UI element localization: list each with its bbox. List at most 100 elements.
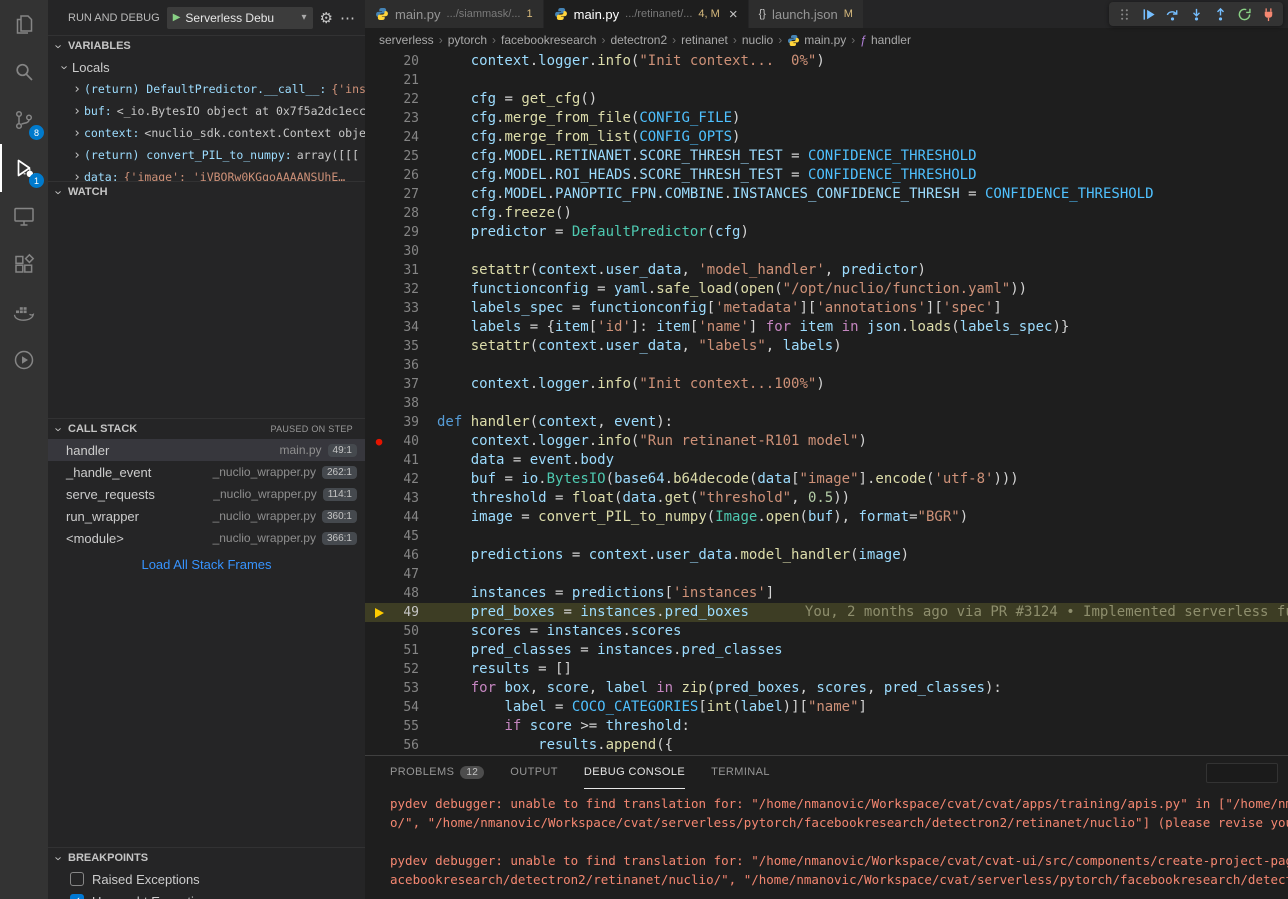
code-line[interactable]: 36 bbox=[365, 356, 1288, 375]
code-line[interactable]: 45 bbox=[365, 527, 1288, 546]
code-line[interactable]: 29 predictor = DefaultPredictor(cfg) bbox=[365, 223, 1288, 242]
code-line[interactable]: 30 bbox=[365, 242, 1288, 261]
breadcrumb-item[interactable]: pytorch bbox=[448, 33, 487, 47]
code-line[interactable]: 48 instances = predictions['instances'] bbox=[365, 584, 1288, 603]
editor-tab[interactable]: main.py.../siammask/...1 bbox=[365, 0, 544, 28]
load-all-stack-frames-link[interactable]: Load All Stack Frames bbox=[48, 557, 365, 572]
breadcrumb-item[interactable]: detectron2 bbox=[610, 33, 667, 47]
activity-bar-item-docker[interactable] bbox=[0, 288, 48, 336]
variable-row[interactable]: ›(return) convert_PIL_to_numpy:array([[[… bbox=[48, 144, 365, 166]
variable-row[interactable]: ›context:<nuclio_sdk.context.Context obj… bbox=[48, 122, 365, 144]
checkbox[interactable]: ✓ bbox=[70, 894, 84, 899]
start-debug-icon[interactable]: ▶ bbox=[173, 12, 181, 23]
code-line[interactable]: 43 threshold = float(data.get("threshold… bbox=[365, 489, 1288, 508]
code-line[interactable]: 51 pred_classes = instances.pred_classes bbox=[365, 641, 1288, 660]
code-line[interactable]: 33 labels_spec = functionconfig['metadat… bbox=[365, 299, 1288, 318]
continue-button[interactable] bbox=[1137, 3, 1159, 25]
breakpoint-row[interactable]: ✓Uncaught Exceptions bbox=[48, 890, 365, 899]
activity-bar-item-extensions[interactable] bbox=[0, 240, 48, 288]
breakpoint-icon[interactable]: ● bbox=[365, 432, 393, 451]
code-line[interactable]: 47 bbox=[365, 565, 1288, 584]
checkbox[interactable] bbox=[70, 872, 84, 886]
code-line[interactable]: 23 cfg.merge_from_file(CONFIG_FILE) bbox=[365, 109, 1288, 128]
restart-button[interactable] bbox=[1233, 3, 1255, 25]
chevron-expanded-icon: › bbox=[52, 185, 67, 199]
frame-name: <module> bbox=[66, 531, 124, 546]
stack-frame[interactable]: run_wrapper_nuclio_wrapper.py360:1 bbox=[48, 505, 365, 527]
disconnect-button[interactable] bbox=[1257, 3, 1279, 25]
launch-config-picker[interactable]: ▶ Serverless Debu ▾ bbox=[167, 7, 313, 29]
code-line[interactable]: 22 cfg = get_cfg() bbox=[365, 90, 1288, 109]
code-line[interactable]: 34 labels = {item['id']: item['name'] fo… bbox=[365, 318, 1288, 337]
code-line[interactable]: 32 functionconfig = yaml.safe_load(open(… bbox=[365, 280, 1288, 299]
code-line[interactable]: 39def handler(context, event): bbox=[365, 413, 1288, 432]
code-line[interactable]: 25 cfg.MODEL.RETINANET.SCORE_THRESH_TEST… bbox=[365, 147, 1288, 166]
code-line[interactable]: 20 context.logger.info("Init context... … bbox=[365, 52, 1288, 71]
code-line[interactable]: 55 if score >= threshold: bbox=[365, 717, 1288, 736]
editor-tab[interactable]: main.py.../retinanet/...4, M× bbox=[544, 0, 749, 28]
call-stack-section-header[interactable]: › CALL STACK PAUSED ON STEP bbox=[48, 419, 365, 439]
step-into-button[interactable] bbox=[1185, 3, 1207, 25]
code-line[interactable]: 44 image = convert_PIL_to_numpy(Image.op… bbox=[365, 508, 1288, 527]
activity-bar-item-source-control[interactable]: 8 bbox=[0, 96, 48, 144]
variables-section-header[interactable]: › VARIABLES bbox=[48, 36, 365, 56]
variable-row[interactable]: ›(return) DefaultPredictor.__call__:{'in… bbox=[48, 78, 365, 100]
breadcrumb-item[interactable]: facebookresearch bbox=[501, 33, 596, 47]
frame-position-badge: 114:1 bbox=[323, 488, 357, 501]
toolbar-grip-icon[interactable] bbox=[1113, 3, 1135, 25]
code-line[interactable]: 41 data = event.body bbox=[365, 451, 1288, 470]
step-over-button[interactable] bbox=[1161, 3, 1183, 25]
close-icon[interactable]: × bbox=[729, 6, 738, 23]
variable-row[interactable]: ›buf:<_io.BytesIO object at 0x7f5a2dc1ec… bbox=[48, 100, 365, 122]
panel-tab-output[interactable]: OUTPUT bbox=[510, 756, 558, 789]
gear-icon[interactable]: ⚙ bbox=[320, 9, 333, 27]
code-line[interactable]: 53 for box, score, label in zip(pred_box… bbox=[365, 679, 1288, 698]
code-line[interactable]: 56 results.append({ bbox=[365, 736, 1288, 755]
breadcrumb-item[interactable]: nuclio bbox=[742, 33, 773, 47]
code-line[interactable]: 54 label = COCO_CATEGORIES[int(label)]["… bbox=[365, 698, 1288, 717]
code-line[interactable]: 52 results = [] bbox=[365, 660, 1288, 679]
stack-frame[interactable]: <module>_nuclio_wrapper.py366:1 bbox=[48, 527, 365, 549]
code-line[interactable]: ●40 context.logger.info("Run retinanet-R… bbox=[365, 432, 1288, 451]
breadcrumb-item[interactable]: retinanet bbox=[681, 33, 728, 47]
breadcrumb-item[interactable]: main.py bbox=[787, 33, 846, 47]
code-line[interactable]: 35 setattr(context.user_data, "labels", … bbox=[365, 337, 1288, 356]
code-line[interactable]: 37 context.logger.info("Init context...1… bbox=[365, 375, 1288, 394]
breadcrumb-item[interactable]: serverless bbox=[379, 33, 434, 47]
activity-bar-item-run-debug[interactable]: 1 bbox=[0, 144, 48, 192]
code-line[interactable]: 49 pred_boxes = instances.pred_boxesYou,… bbox=[365, 603, 1288, 622]
activity-bar-item-run-circle[interactable] bbox=[0, 336, 48, 384]
watch-section-header[interactable]: › WATCH bbox=[48, 182, 365, 202]
activity-bar-item-remote-explorer[interactable] bbox=[0, 192, 48, 240]
code-line[interactable]: 21 bbox=[365, 71, 1288, 90]
code-line[interactable]: 31 setattr(context.user_data, 'model_han… bbox=[365, 261, 1288, 280]
code-line[interactable]: 26 cfg.MODEL.ROI_HEADS.SCORE_THRESH_TEST… bbox=[365, 166, 1288, 185]
breakpoints-section-header[interactable]: › BREAKPOINTS bbox=[48, 848, 365, 868]
line-number: 56 bbox=[393, 736, 419, 755]
step-out-button[interactable] bbox=[1209, 3, 1231, 25]
variable-row[interactable]: ›data:{'image': 'iVBORw0KGgoAAAANSUhE… bbox=[48, 166, 365, 181]
stack-frame[interactable]: handlermain.py49:1 bbox=[48, 439, 365, 461]
panel-tab-terminal[interactable]: TERMINAL bbox=[711, 756, 770, 789]
breadcrumb-item[interactable]: ƒhandler bbox=[860, 33, 911, 47]
gutter-glyph[interactable] bbox=[365, 608, 393, 618]
code-line[interactable]: 46 predictions = context.user_data.model… bbox=[365, 546, 1288, 565]
breakpoint-row[interactable]: Raised Exceptions bbox=[48, 868, 365, 890]
code-line[interactable]: 42 buf = io.BytesIO(base64.b64decode(dat… bbox=[365, 470, 1288, 489]
python-icon bbox=[787, 34, 800, 47]
stack-frame[interactable]: _handle_event_nuclio_wrapper.py262:1 bbox=[48, 461, 365, 483]
code-line[interactable]: 24 cfg.merge_from_list(CONFIG_OPTS) bbox=[365, 128, 1288, 147]
code-line[interactable]: 38 bbox=[365, 394, 1288, 413]
console-filter-input[interactable] bbox=[1206, 763, 1278, 783]
scope-locals[interactable]: › Locals bbox=[48, 56, 365, 78]
editor-tab[interactable]: {}launch.jsonM bbox=[749, 0, 864, 28]
activity-bar-item-search[interactable] bbox=[0, 48, 48, 96]
activity-bar-item-files[interactable] bbox=[0, 0, 48, 48]
code-line[interactable]: 27 cfg.MODEL.PANOPTIC_FPN.COMBINE.INSTAN… bbox=[365, 185, 1288, 204]
stack-frame[interactable]: serve_requests_nuclio_wrapper.py114:1 bbox=[48, 483, 365, 505]
panel-tab-debug-console[interactable]: DEBUG CONSOLE bbox=[584, 756, 685, 789]
code-line[interactable]: 50 scores = instances.scores bbox=[365, 622, 1288, 641]
more-actions-icon[interactable]: ⋯ bbox=[340, 9, 355, 27]
panel-tab-problems[interactable]: PROBLEMS12 bbox=[390, 756, 484, 789]
code-line[interactable]: 28 cfg.freeze() bbox=[365, 204, 1288, 223]
